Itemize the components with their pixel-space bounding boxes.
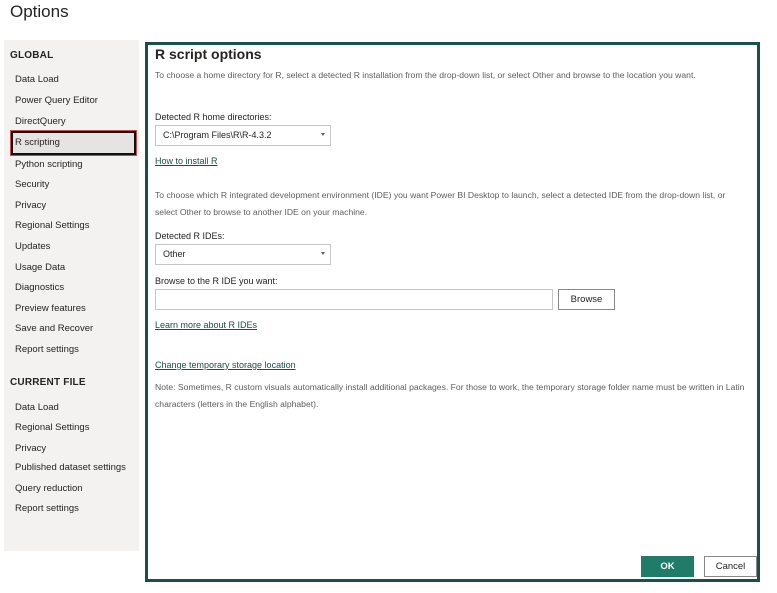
learn-more-r-ides-link[interactable]: Learn more about R IDEs	[155, 320, 257, 330]
ide-value: Other	[163, 249, 186, 259]
window-title: Options	[10, 2, 69, 21]
ides-label: Detected R IDEs:	[155, 231, 225, 241]
sidebar-item-save-and-recover[interactable]: Save and Recover	[15, 323, 93, 334]
sidebar-item-python-scripting[interactable]: Python scripting	[15, 159, 83, 170]
sidebar-item-published-dataset-settings[interactable]: Published dataset settings	[15, 462, 126, 473]
home-directory-dropdown[interactable]: C:\Program Files\R\R-4.3.2	[155, 125, 331, 146]
sidebar-item-security[interactable]: Security	[15, 179, 49, 190]
r-script-options-panel: R script options To choose a home direct…	[145, 42, 760, 582]
home-directories-label: Detected R home directories:	[155, 112, 272, 122]
sidebar-item-file-regional-settings[interactable]: Regional Settings	[15, 422, 89, 433]
cancel-button[interactable]: Cancel	[704, 556, 757, 577]
sidebar: GLOBAL Data Load Power Query Editor Dire…	[4, 40, 139, 551]
sidebar-item-usage-data[interactable]: Usage Data	[15, 262, 65, 273]
current-file-heading: CURRENT FILE	[10, 377, 86, 388]
sidebar-item-query-reduction[interactable]: Query reduction	[15, 483, 83, 494]
browse-label: Browse to the R IDE you want:	[155, 276, 278, 286]
home-directory-description: To choose a home directory for R, select…	[155, 70, 696, 80]
sidebar-item-updates[interactable]: Updates	[15, 241, 50, 252]
sidebar-item-file-report-settings[interactable]: Report settings	[15, 503, 79, 514]
chevron-down-icon	[321, 252, 325, 255]
global-heading: GLOBAL	[10, 50, 54, 61]
ide-dropdown[interactable]: Other	[155, 244, 331, 265]
change-storage-location-link[interactable]: Change temporary storage location	[155, 360, 296, 370]
chevron-down-icon	[321, 133, 325, 136]
sidebar-item-r-scripting[interactable]: R scripting	[10, 130, 137, 156]
sidebar-item-file-privacy[interactable]: Privacy	[15, 443, 46, 454]
sidebar-item-directquery[interactable]: DirectQuery	[15, 116, 66, 127]
sidebar-item-power-query-editor[interactable]: Power Query Editor	[15, 95, 98, 106]
sidebar-item-file-data-load[interactable]: Data Load	[15, 402, 59, 413]
sidebar-item-data-load[interactable]: Data Load	[15, 74, 59, 85]
ide-description: To choose which R integrated development…	[155, 190, 726, 217]
sidebar-item-regional-settings[interactable]: Regional Settings	[15, 220, 89, 231]
home-directory-value: C:\Program Files\R\R-4.3.2	[163, 130, 272, 140]
sidebar-item-preview-features[interactable]: Preview features	[15, 303, 86, 314]
page-title: R script options	[155, 46, 262, 62]
browse-button[interactable]: Browse	[558, 289, 615, 310]
sidebar-item-diagnostics[interactable]: Diagnostics	[15, 282, 64, 293]
sidebar-item-privacy[interactable]: Privacy	[15, 200, 46, 211]
ide-path-input[interactable]	[155, 289, 553, 310]
storage-note: Note: Sometimes, R custom visuals automa…	[155, 382, 745, 409]
how-to-install-r-link[interactable]: How to install R	[155, 156, 218, 166]
ok-button[interactable]: OK	[641, 556, 694, 577]
sidebar-item-report-settings[interactable]: Report settings	[15, 344, 79, 355]
